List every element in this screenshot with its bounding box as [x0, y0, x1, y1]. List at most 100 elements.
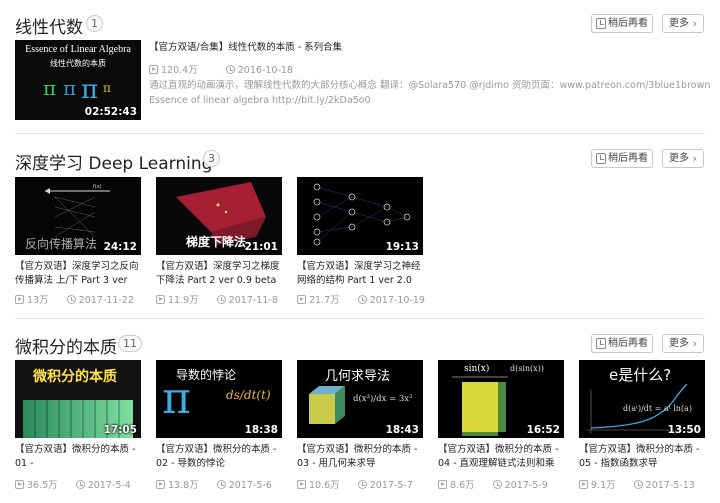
video-duration: 24:12 [103, 241, 137, 253]
upload-date: 2016-10-18 [237, 65, 293, 76]
video-duration: 13:50 [667, 424, 701, 436]
play-count-icon [15, 295, 24, 304]
video-thumbnail[interactable]: sin(x) d(sin(x)) 16:52 [438, 360, 564, 438]
section-linear-algebra: 线性代数 1 稍后再看 更多 › Essence of Linear Algeb… [0, 0, 720, 135]
thumb-text: 反向传播算法 [25, 237, 98, 251]
video-thumbnail[interactable]: Essence of Linear Algebra 线性代数的本质 π π π … [15, 40, 141, 120]
more-button[interactable]: 更多 › [662, 149, 704, 168]
video-duration: 18:38 [244, 424, 278, 436]
thumb-text: 微积分的本质 [33, 369, 117, 385]
video-duration: 02:52:43 [84, 106, 137, 118]
view-count: 9.1万 [591, 480, 616, 491]
view-count: 13.8万 [168, 480, 199, 491]
chevron-right-icon: › [692, 337, 697, 350]
svg-text:π: π [63, 76, 76, 100]
watch-later-label: 稍后再看 [608, 153, 648, 164]
play-count-icon [156, 295, 165, 304]
clock-icon [492, 480, 502, 489]
section-divider [15, 318, 705, 319]
video-meta: 120.4万 2016-10-18 [149, 62, 293, 76]
video-thumbnail[interactable]: f(x) 反向传播算法 24:12 [15, 177, 141, 255]
view-count: 13万 [27, 295, 49, 306]
section-deep-learning: 深度学习 Deep Learning 3 稍后再看 更多 › f(x) 反向传播… [0, 135, 720, 320]
video-title[interactable]: 【官方双语】微积分的本质 - 04 - 直观理解链式法则和乘 [438, 443, 568, 471]
view-count: 36.5万 [27, 480, 58, 491]
view-count: 11.9万 [168, 295, 199, 306]
section-title: 深度学习 Deep Learning [15, 154, 213, 174]
upload-date: 2017-5-7 [369, 480, 413, 491]
thumb-formula: d(x³)/dx = 3x² [353, 394, 413, 404]
video-title[interactable]: 【官方双语】微积分的本质 - 03 - 用几何来求导 [297, 443, 427, 471]
play-count-icon [579, 480, 588, 489]
clock-icon [75, 480, 85, 489]
section-title: 微积分的本质 [15, 338, 117, 358]
video-thumbnail[interactable]: e是什么? d(aᵗ)/dt = aᵗ ln(a) 13:50 [579, 360, 705, 438]
watch-later-button[interactable]: 稍后再看 [591, 14, 653, 33]
video-title[interactable]: 【官方双语】深度学习之梯度下降法 Part 2 ver 0.9 beta [156, 260, 286, 288]
video-title[interactable]: 【官方双语】深度学习之神经网络的结构 Part 1 ver 2.0 [297, 260, 427, 288]
clock-icon [357, 480, 367, 489]
thumb-formula: ds/dt(t) [226, 388, 271, 402]
upload-date: 2017-5-4 [87, 480, 131, 491]
description-line: Essence of linear algebra http://bit.ly/… [149, 95, 371, 106]
thumb-formula: d(aᵗ)/dt = aᵗ ln(a) [623, 404, 692, 413]
video-thumbnail[interactable]: 几何求导法 d(x³)/dx = 3x² 18:43 [297, 360, 423, 438]
section-count-badge: 3 [203, 150, 220, 167]
section-count-badge: 11 [118, 335, 142, 352]
video-duration: 17:05 [103, 424, 137, 436]
video-duration: 18:43 [385, 424, 419, 436]
svg-text:π: π [81, 75, 98, 105]
clock-icon [216, 295, 226, 304]
play-count-icon [15, 480, 24, 489]
video-meta: 21.7万 2017-10-19 [297, 292, 425, 306]
play-count-icon [156, 480, 165, 489]
clock-icon [357, 295, 367, 304]
section-count-badge: 1 [86, 15, 103, 32]
upload-date: 2017-5-6 [228, 480, 272, 491]
upload-date: 2017-5-13 [645, 480, 695, 491]
video-title[interactable]: 【官方双语】微积分的本质 - 05 - 指数函数求导 [579, 443, 709, 471]
video-meta: 36.5万 2017-5-4 [15, 477, 131, 491]
view-count: 21.7万 [309, 295, 340, 306]
svg-text:π: π [43, 76, 56, 100]
play-count-icon [149, 65, 158, 74]
watch-later-label: 稍后再看 [608, 18, 648, 29]
section-divider [15, 133, 705, 134]
view-count: 10.6万 [309, 480, 340, 491]
upload-date: 2017-10-19 [369, 295, 425, 306]
video-meta: 13万 2017-11-22 [15, 292, 134, 306]
video-duration: 19:13 [385, 241, 419, 253]
section-calculus: 微积分的本质 11 稍后再看 更多 › 微积分的本质 17:05 【官方双语】微… [0, 320, 720, 503]
video-meta: 10.6万 2017-5-7 [297, 477, 413, 491]
view-count: 8.6万 [450, 480, 475, 491]
clock-icon [225, 65, 235, 74]
watch-later-button[interactable]: 稍后再看 [591, 334, 653, 353]
clock-icon [596, 18, 606, 29]
video-meta: 9.1万 2017-5-13 [579, 477, 695, 491]
video-title[interactable]: 【官方双语/合集】线性代数的本质 - 系列合集 [149, 41, 709, 55]
video-thumbnail[interactable]: 微积分的本质 17:05 [15, 360, 141, 438]
watch-later-label: 稍后再看 [608, 338, 648, 349]
watch-later-button[interactable]: 稍后再看 [591, 149, 653, 168]
upload-date: 2017-11-22 [78, 295, 134, 306]
more-label: 更多 [669, 153, 689, 164]
video-title[interactable]: 【官方双语】微积分的本质 - 01 - [15, 443, 145, 471]
thumb-text: 梯度下降法 [186, 235, 247, 249]
more-label: 更多 [669, 338, 689, 349]
video-meta: 8.6万 2017-5-9 [438, 477, 548, 491]
play-count-icon [438, 480, 447, 489]
clock-icon [633, 480, 643, 489]
section-title: 线性代数 [15, 18, 83, 38]
video-title[interactable]: 【官方双语】深度学习之反向传播算法 上/下 Part 3 ver [15, 260, 145, 288]
clock-icon [596, 153, 606, 164]
upload-date: 2017-5-9 [504, 480, 548, 491]
pi-creature-icon: π [162, 373, 191, 424]
play-count-icon [297, 480, 306, 489]
more-button[interactable]: 更多 › [662, 14, 704, 33]
video-thumbnail[interactable]: 19:13 [297, 177, 423, 255]
video-thumbnail[interactable]: 梯度下降法 21:01 [156, 177, 282, 255]
video-meta: 11.9万 2017-11-8 [156, 292, 278, 306]
video-thumbnail[interactable]: 导数的悖论 π ds/dt(t) 18:38 [156, 360, 282, 438]
video-title[interactable]: 【官方双语】微积分的本质 - 02 - 导数的悖论 [156, 443, 286, 471]
more-button[interactable]: 更多 › [662, 334, 704, 353]
